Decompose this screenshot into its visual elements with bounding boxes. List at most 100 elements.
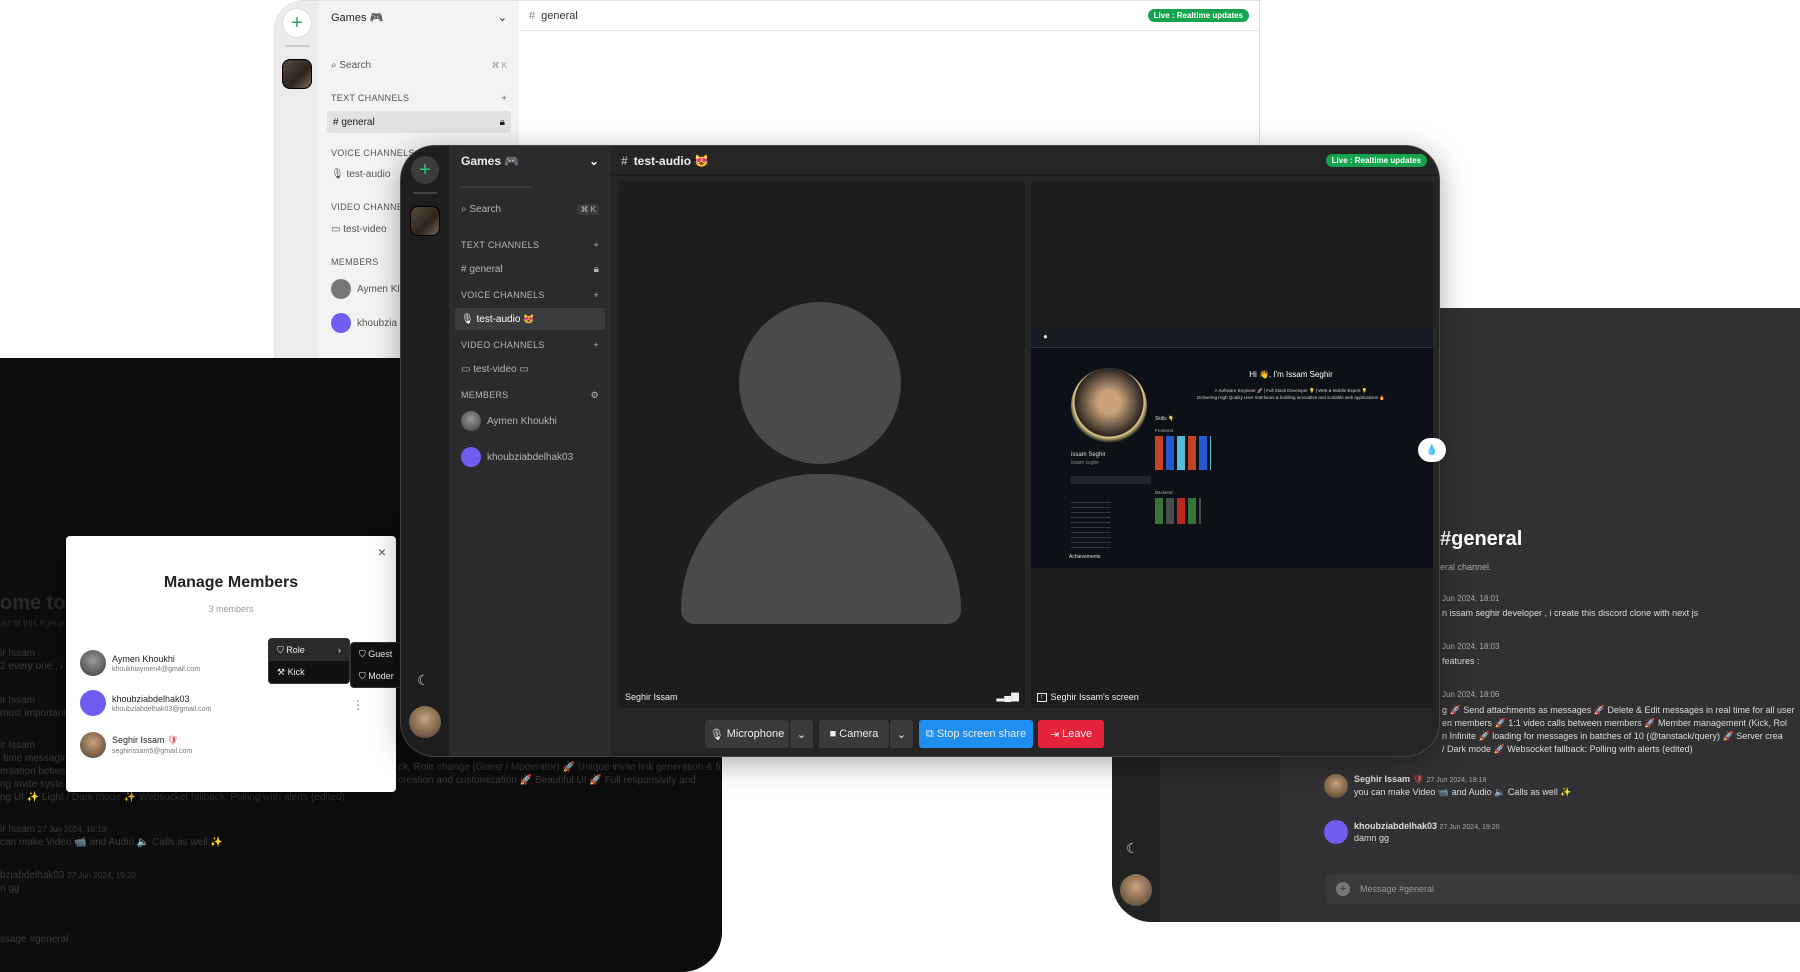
readme-tagline-2: Delivering High Quality User Interfaces … (1197, 395, 1385, 400)
gavel-icon: ⚒ (277, 666, 286, 677)
add-channel-icon[interactable]: + (593, 240, 599, 250)
channel-general[interactable]: # general 🔒︎ (327, 111, 511, 133)
message-input[interactable]: + Message #general (1326, 874, 1800, 904)
chevron-down-icon: ⌄ (896, 728, 907, 741)
main-app-window: + ☾ Games 🎮 ⌄ ⌕ Search ⌘ K TEXT CHANNELS… (401, 146, 1439, 756)
attach-icon[interactable]: + (1336, 882, 1350, 896)
members-header: MEMBERS (331, 257, 379, 267)
channel-test-video[interactable]: ▭ test-video ▭ (455, 358, 605, 380)
add-server-button[interactable]: + (411, 156, 439, 184)
bg-name: ir Issam (0, 740, 35, 751)
channel-test-audio[interactable]: 🎙︎ test-audio 😻 (455, 308, 605, 330)
video-channels-header: VIDEO CHANNELS (461, 340, 545, 350)
channel-test-audio[interactable]: 🎙︎ test-audio (331, 169, 390, 180)
theme-toggle-icon[interactable]: ☾ (417, 672, 430, 689)
avatar (331, 313, 351, 333)
readme-tagline: A Software Engineer 🚀 | Full Stack Devel… (1214, 388, 1368, 393)
welcome-subtitle: art of this #gene (0, 618, 65, 628)
participant-label: Seghir Issam (625, 692, 678, 702)
channel-topbar: # test-audio 😻 (611, 146, 1439, 176)
bg-line: can make Video 📹 and Audio 🔈 Calls as we… (0, 837, 223, 848)
channel-test-video[interactable]: ▭ test-video (331, 224, 387, 235)
close-icon[interactable]: × (378, 544, 386, 560)
channel-sidebar: Games 🎮 ⌄ ⌕ Search ⌘ K TEXT CHANNELS + # … (449, 146, 611, 756)
backend-icons (1155, 498, 1201, 524)
server-name[interactable]: Games 🎮 (461, 154, 519, 168)
text-channels-header: TEXT CHANNELS (331, 93, 410, 103)
frontend-icons (1155, 436, 1211, 470)
lock-icon: 🔒︎ (499, 116, 505, 128)
camera-icon: ■ (829, 728, 837, 740)
leave-icon: ⇥ (1049, 728, 1060, 741)
shield-check-icon: ⛉ (359, 670, 366, 681)
menu-kick[interactable]: ⚒ Kick (269, 661, 349, 683)
text-channels-header: TEXT CHANNELS (461, 240, 540, 250)
message: Seghir Issam 🛡︎ 27 Jun 2024, 18:18 you c… (1324, 774, 1572, 798)
chevron-right-icon: › (338, 645, 341, 655)
message: Jun 2024, 18:01 n issam seghir developer… (1442, 594, 1699, 618)
user-avatar[interactable] (1120, 874, 1152, 906)
live-badge: Live : Realtime updates (1147, 9, 1249, 22)
channel-title: general (541, 9, 578, 22)
stop-screen-share-button[interactable]: ⧉ Stop screen share (919, 720, 1033, 748)
member-item[interactable]: Aymen Khoukhi (455, 410, 605, 432)
shared-screen: ● issam Seghir issam seghir Achievements… (1031, 328, 1433, 568)
avatar-body (681, 474, 961, 624)
menu-role[interactable]: ⛉ Role › (269, 639, 349, 661)
avatar (1324, 820, 1348, 844)
server-icon[interactable] (282, 59, 312, 89)
chevron-down-icon: ⌄ (796, 728, 807, 741)
search-button[interactable]: ⌕ Search ⌘ K (331, 57, 507, 73)
profile-name: issam Seghir (1071, 452, 1106, 458)
floating-widget-icon[interactable]: 💧 (1418, 438, 1446, 462)
menu-guest[interactable]: ⛉ Guest (351, 643, 401, 665)
search-button[interactable]: ⌕ Search ⌘ K (461, 204, 599, 215)
camera-options-button[interactable]: ⌄ (889, 720, 913, 748)
menu-moderator[interactable]: ⛉ Moder (351, 665, 401, 687)
member-item[interactable]: Aymen Kl (331, 279, 400, 299)
skills-heading: Skills 👇 (1155, 416, 1175, 422)
member-item[interactable]: khoubziabdelhak03 (455, 446, 605, 468)
server-name[interactable]: Games 🎮 (331, 11, 383, 24)
camera-icon: ▭ (331, 224, 341, 235)
chevron-down-icon[interactable]: ⌄ (498, 11, 507, 24)
channel-general[interactable]: # general 🔒︎ (455, 258, 605, 280)
shield-icon: ⛉ (277, 644, 284, 655)
chevron-down-icon[interactable]: ⌄ (589, 154, 599, 168)
add-channel-icon[interactable]: + (593, 290, 599, 300)
add-server-button[interactable]: + (283, 9, 311, 37)
more-options-icon[interactable]: ⋮ (352, 698, 364, 712)
channel-title: test-audio (633, 153, 692, 168)
profile-details (1071, 498, 1111, 548)
bg-input-placeholder: ssage #general (0, 934, 69, 945)
mic-icon: 🎙︎ (461, 313, 474, 325)
participant-tile[interactable]: Seghir Issam ▂▄▆ (619, 182, 1025, 708)
camera-button[interactable]: ■ Camera (819, 720, 889, 748)
mic-options-button[interactable]: ⌄ (789, 720, 813, 748)
add-channel-icon[interactable]: + (593, 340, 599, 350)
add-channel-icon[interactable]: + (501, 93, 507, 103)
bg-line: most important (0, 708, 67, 719)
user-avatar[interactable] (409, 706, 441, 738)
bg-name: ir Issam (0, 648, 35, 659)
theme-toggle-icon[interactable]: ☾ (1126, 840, 1139, 857)
mic-icon: 🎙︎ (709, 728, 724, 741)
bg-line: n gg (0, 883, 20, 894)
bg-line: ng invite syste (0, 779, 64, 790)
rail-divider (413, 192, 437, 194)
member-item[interactable]: khoubzia (331, 313, 397, 333)
frontend-heading: Frontend (1155, 428, 1174, 433)
server-icon[interactable] (410, 206, 440, 236)
profile-username: issam seghir (1071, 460, 1100, 466)
microphone-button[interactable]: 🎙︎ Microphone (705, 720, 789, 748)
modal-title: Manage Members (163, 574, 299, 591)
screen-share-tile[interactable]: ● issam Seghir issam seghir Achievements… (1031, 182, 1433, 708)
settings-icon[interactable]: ⚙ (591, 390, 599, 401)
avatar (461, 411, 481, 431)
edit-profile-button (1071, 476, 1151, 484)
leave-button[interactable]: ⇥ Leave (1038, 720, 1104, 748)
search-icon: ⌕ (331, 59, 337, 71)
welcome-subtitle: eral channel. (1440, 562, 1492, 572)
profile-avatar (1071, 368, 1147, 444)
bg-name: ir Issam (0, 695, 35, 706)
